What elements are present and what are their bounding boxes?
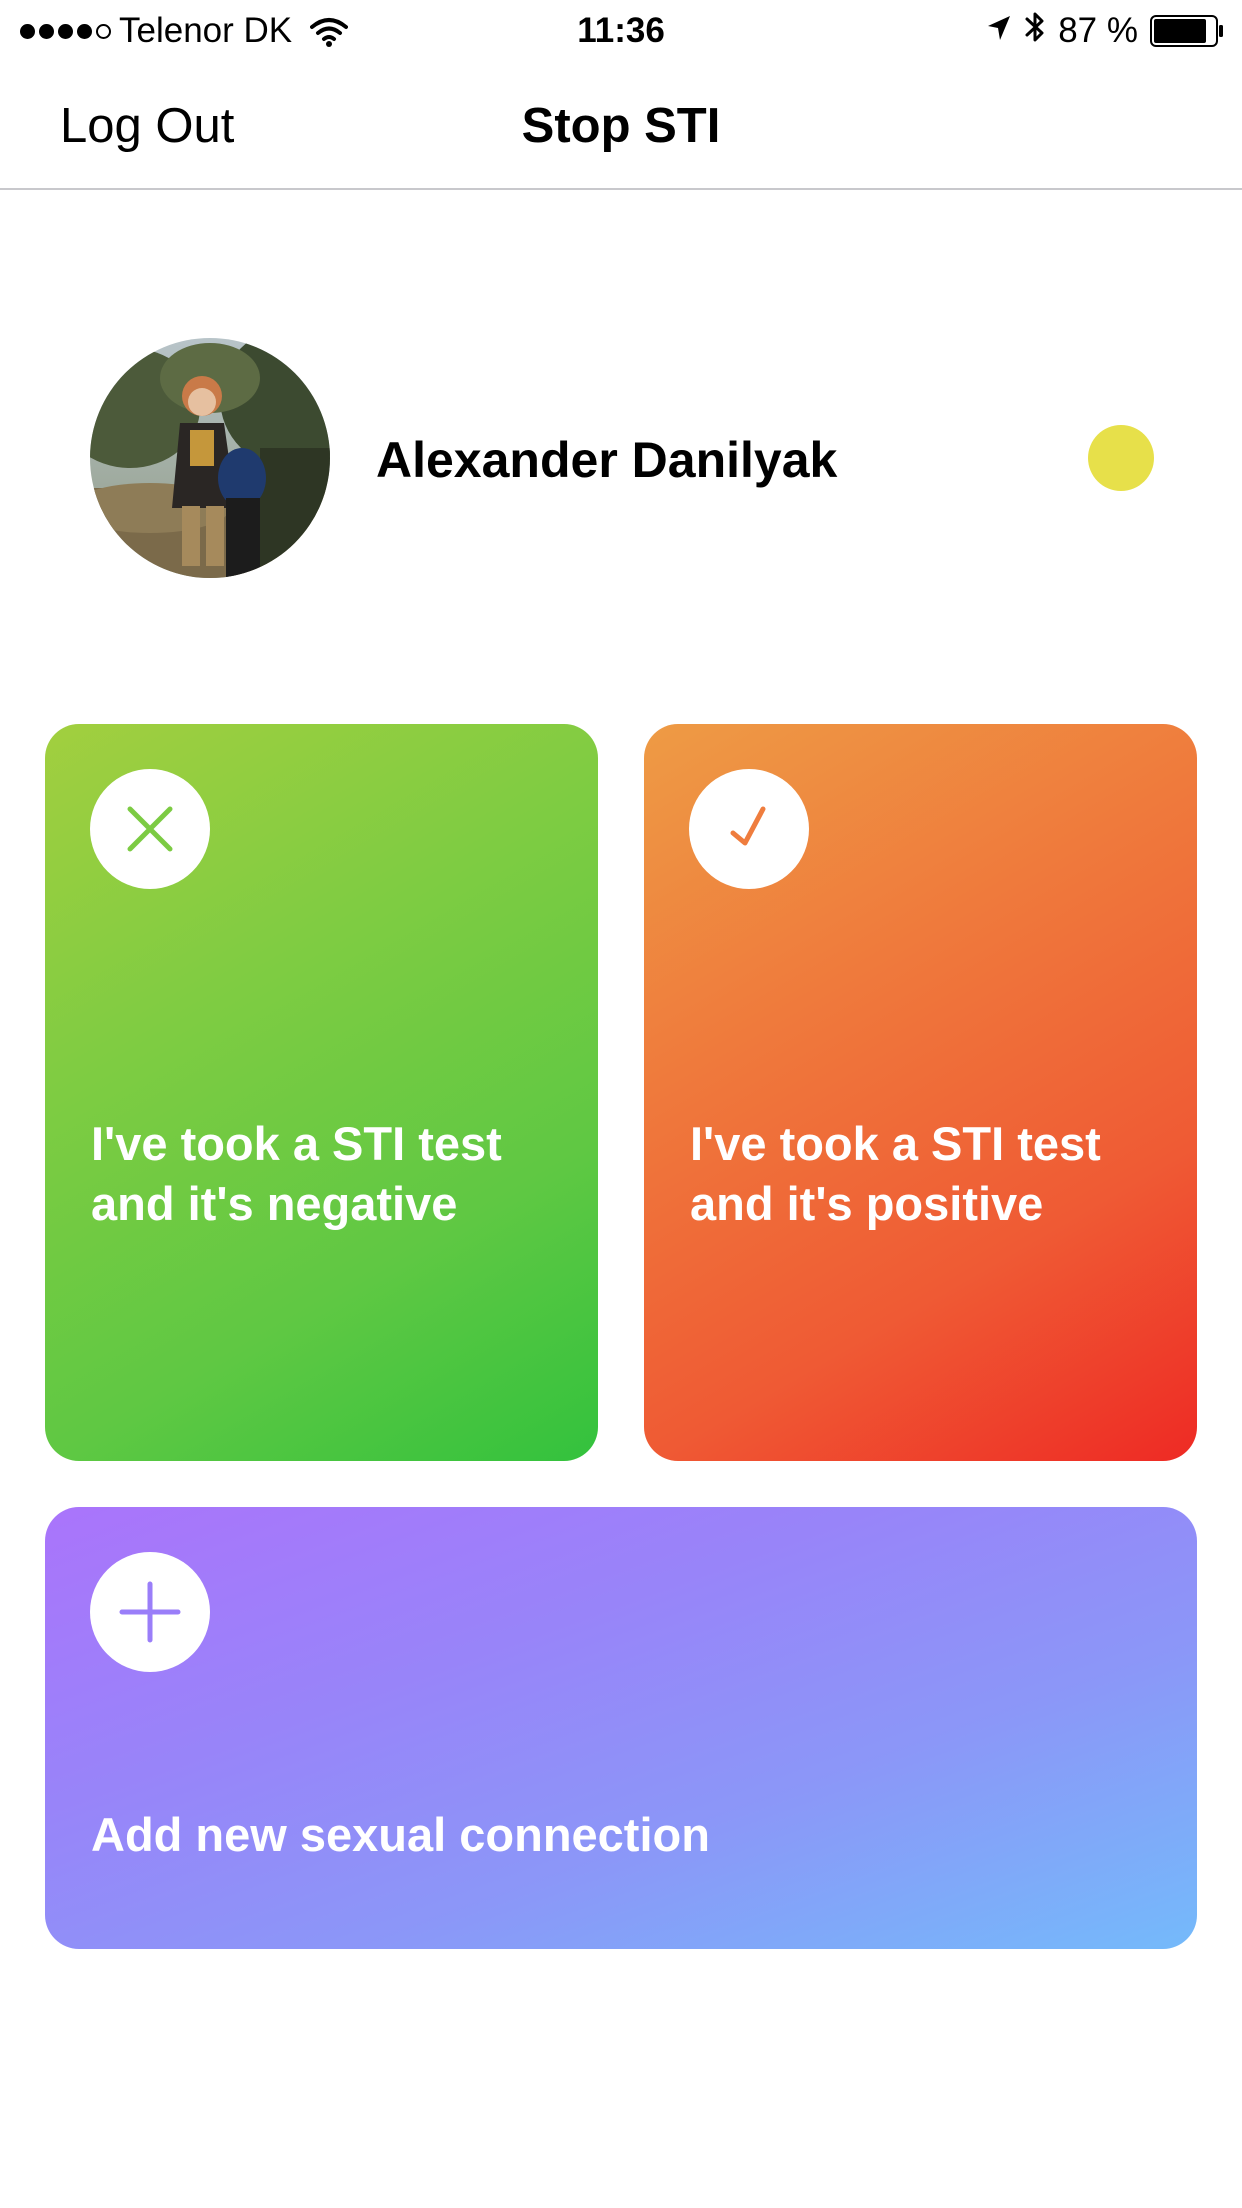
avatar — [90, 338, 330, 578]
add-connection-card[interactable]: Add new sexual connection — [45, 1507, 1197, 1949]
navigation-bar: Log Out Stop STI — [0, 60, 1242, 190]
profile-header: Alexander Danilyak — [0, 190, 1242, 720]
battery-icon — [1150, 15, 1224, 47]
page-title: Stop STI — [521, 99, 721, 153]
positive-test-label: I've took a STI test and it's positive — [690, 1117, 1101, 1230]
profile-name: Alexander Danilyak — [376, 432, 838, 488]
status-bar: Telenor DK 11:36 87 % — [0, 0, 1242, 60]
battery-percent: 87 % — [1058, 11, 1138, 50]
add-connection-label: Add new sexual connection — [91, 1808, 710, 1861]
plus-icon — [90, 1552, 210, 1672]
screen: Telenor DK 11:36 87 % Log Out Stop STI A… — [0, 0, 1242, 2208]
bluetooth-icon — [1024, 9, 1046, 54]
check-icon — [689, 769, 809, 889]
x-icon — [90, 769, 210, 889]
negative-test-label: I've took a STI test and it's negative — [91, 1117, 502, 1230]
negative-test-card[interactable]: I've took a STI test and it's negative — [45, 724, 598, 1461]
location-arrow-icon — [986, 11, 1012, 51]
positive-test-card[interactable]: I've took a STI test and it's positive — [644, 724, 1197, 1461]
status-indicator-dot — [1088, 425, 1154, 491]
status-right: 87 % — [986, 10, 1224, 52]
